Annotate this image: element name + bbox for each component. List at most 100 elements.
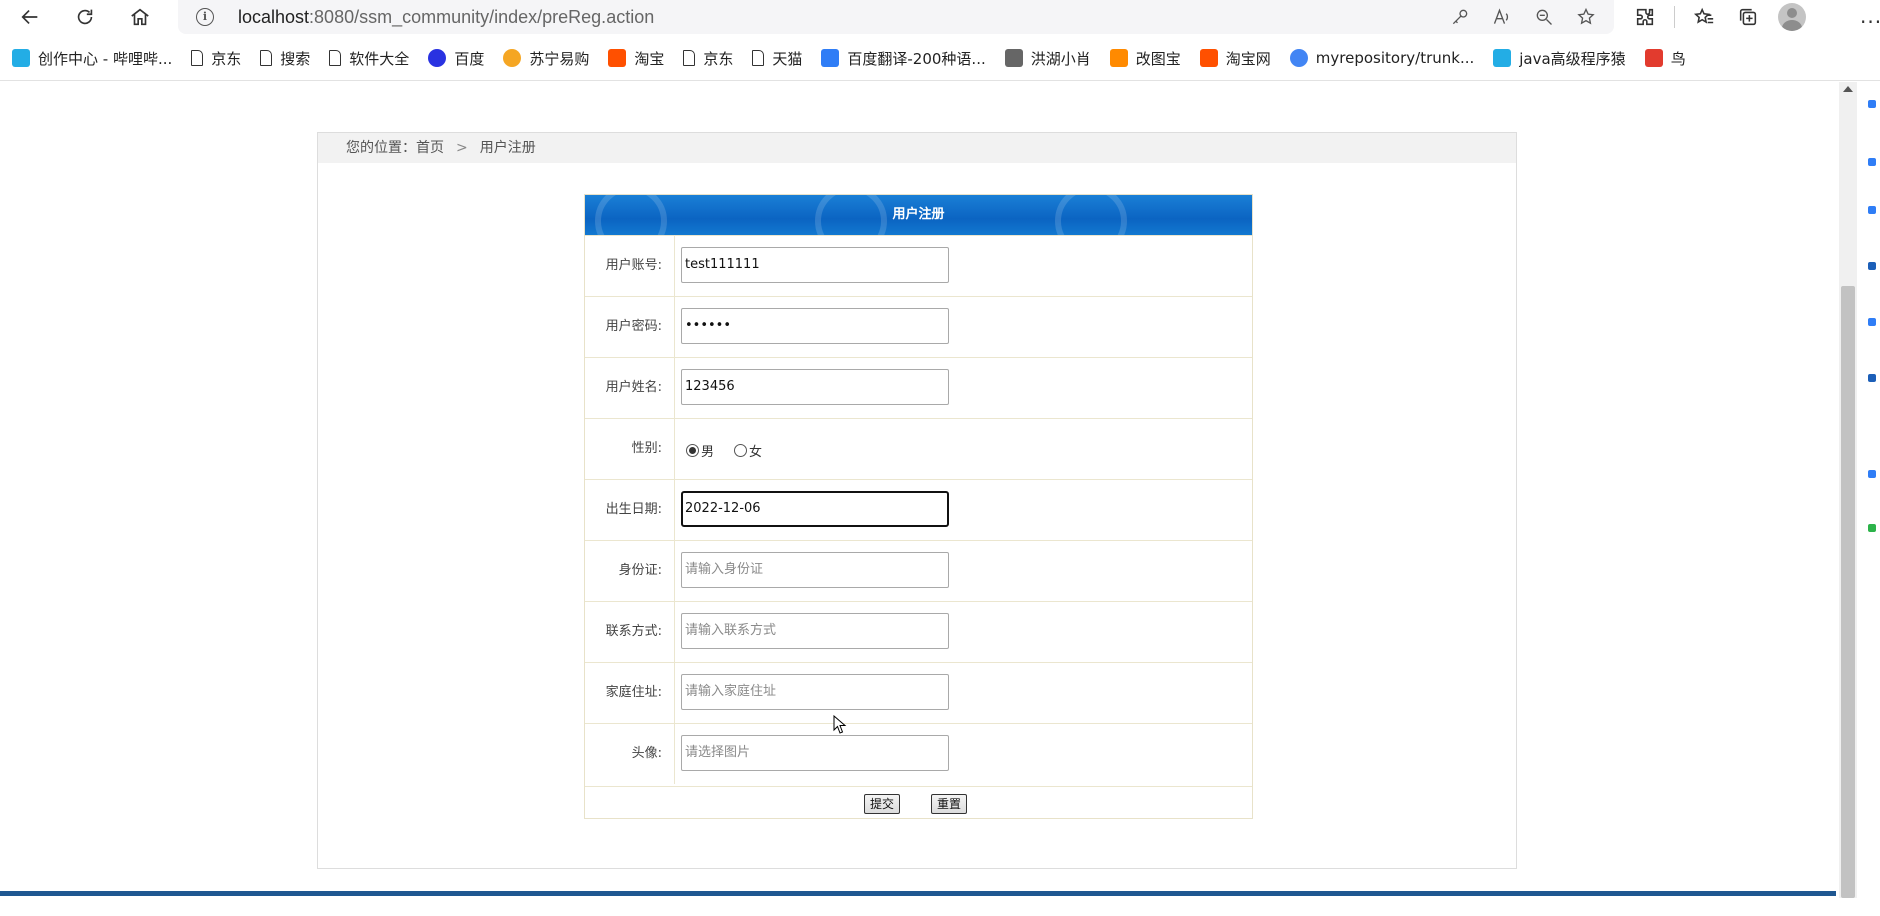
bookmark-item[interactable]: 搜索 bbox=[260, 48, 310, 69]
bookmark-label: 鸟 bbox=[1670, 49, 1686, 68]
account-label: 用户账号: bbox=[585, 236, 675, 296]
form-row-password: 用户密码: •••••• bbox=[585, 296, 1252, 357]
bookmark-item[interactable]: 百度翻译-200种语... bbox=[821, 48, 986, 69]
taobao-icon bbox=[1199, 49, 1218, 67]
breadcrumb-prefix: 您的位置： bbox=[346, 140, 416, 156]
scrollbar-thumb[interactable] bbox=[1841, 286, 1855, 898]
info-icon[interactable]: i bbox=[196, 8, 214, 26]
birthdate-input[interactable]: 2022-12-06 bbox=[681, 491, 949, 527]
idcard-input[interactable]: 请输入身份证 bbox=[681, 552, 949, 588]
bookmark-item[interactable]: myrepository/trunk... bbox=[1289, 49, 1474, 67]
collections-icon[interactable] bbox=[1733, 2, 1763, 32]
account-input[interactable]: test111111 bbox=[681, 247, 949, 283]
page-icon bbox=[329, 50, 342, 66]
bookmarks-bar: 创作中心 - 哔哩哔... 京东 搜索 软件大全 百度 苏宁易购 淘宝 京东 天猫 百度翻译-20… bbox=[0, 40, 1880, 76]
chrome-icon bbox=[1289, 49, 1308, 67]
gender-female-label[interactable]: 女 bbox=[749, 441, 762, 460]
translate-icon bbox=[821, 49, 840, 67]
key-icon[interactable] bbox=[1446, 4, 1474, 30]
bird-icon bbox=[1644, 49, 1663, 67]
bookmark-item[interactable]: 天猫 bbox=[752, 48, 802, 69]
url-text[interactable]: localhost:8080/ssm_community/index/preRe… bbox=[238, 7, 654, 28]
contact-label: 联系方式: bbox=[585, 602, 675, 662]
edge-icon[interactable] bbox=[1868, 524, 1876, 532]
form-title: 用户注册 bbox=[892, 207, 945, 222]
favorites-icon[interactable] bbox=[1689, 2, 1719, 32]
form-row-address: 家庭住址: 请输入家庭住址 bbox=[585, 662, 1252, 723]
gender-male-label[interactable]: 男 bbox=[701, 441, 714, 460]
scroll-up-arrow-icon[interactable] bbox=[1843, 86, 1853, 92]
bookmark-item[interactable]: java高级程序猿 bbox=[1493, 48, 1626, 69]
more-menu-icon[interactable]: ··· bbox=[1860, 10, 1880, 34]
bilibili-icon bbox=[12, 49, 30, 67]
extensions-icon[interactable] bbox=[1630, 2, 1660, 32]
reload-icon bbox=[77, 9, 93, 25]
bookmark-label: 京东 bbox=[703, 49, 734, 68]
password-label: 用户密码: bbox=[585, 297, 675, 357]
idcard-label: 身份证: bbox=[585, 541, 675, 601]
edge-icon[interactable] bbox=[1868, 100, 1876, 108]
password-input[interactable]: •••••• bbox=[681, 308, 949, 344]
zoom-out-icon[interactable] bbox=[1530, 4, 1558, 30]
gaitubao-icon bbox=[1109, 49, 1128, 67]
name-label: 用户姓名: bbox=[585, 358, 675, 418]
form-row-birthdate: 出生日期: 2022-12-06 bbox=[585, 479, 1252, 540]
form-row-avatar: 头像: 请选择图片 bbox=[585, 723, 1252, 784]
bookmark-label: 洪湖小肖 bbox=[1030, 49, 1091, 68]
bookmark-item[interactable]: 淘宝 bbox=[608, 48, 664, 69]
contact-input[interactable]: 请输入联系方式 bbox=[681, 613, 949, 649]
bookmark-item[interactable]: 软件大全 bbox=[329, 48, 409, 69]
name-input[interactable]: 123456 bbox=[681, 369, 949, 405]
content-frame: 您的位置： 首页 > 用户注册 用户注册 用户账号: test111111 用户… bbox=[317, 132, 1517, 869]
page-scrollbar[interactable] bbox=[1839, 82, 1857, 898]
add-favorite-icon[interactable] bbox=[1572, 4, 1600, 30]
ornament-decoration bbox=[815, 195, 887, 235]
bookmark-item[interactable]: 百度 bbox=[428, 48, 484, 69]
gender-male-radio[interactable] bbox=[686, 444, 699, 457]
bookmark-item[interactable]: 京东 bbox=[191, 48, 241, 69]
reload-button[interactable] bbox=[68, 1, 102, 33]
bookmark-label: 百度 bbox=[454, 49, 485, 68]
home-button[interactable] bbox=[123, 1, 157, 33]
address-input[interactable]: 请输入家庭住址 bbox=[681, 674, 949, 710]
bookmark-item[interactable]: 淘宝网 bbox=[1199, 48, 1271, 69]
edge-icon[interactable] bbox=[1868, 470, 1876, 478]
bookmark-label: 软件大全 bbox=[349, 49, 410, 68]
bookmark-item[interactable]: 苏宁易购 bbox=[503, 48, 589, 69]
suning-icon bbox=[503, 49, 522, 67]
address-bar[interactable]: i localhost:8080/ssm_community/index/pre… bbox=[178, 0, 1614, 34]
bilibili-icon bbox=[1493, 49, 1512, 67]
page-icon bbox=[260, 50, 273, 66]
toolbar-divider-line bbox=[0, 80, 1880, 81]
browser-toolbar: i localhost:8080/ssm_community/index/pre… bbox=[0, 0, 1880, 34]
ornament-decoration bbox=[1055, 195, 1127, 235]
edge-icon[interactable] bbox=[1868, 318, 1876, 326]
breadcrumb-home-link[interactable]: 首页 bbox=[416, 133, 444, 163]
bookmark-item[interactable]: 改图宝 bbox=[1109, 48, 1181, 69]
back-button[interactable] bbox=[13, 1, 47, 33]
edge-icon[interactable] bbox=[1868, 206, 1876, 214]
profile-avatar[interactable] bbox=[1777, 2, 1807, 32]
sidebar-edge-strip bbox=[1866, 82, 1880, 916]
avatar-file-input[interactable]: 请选择图片 bbox=[681, 735, 949, 771]
home-icon bbox=[131, 8, 149, 26]
gender-female-radio[interactable] bbox=[734, 444, 748, 457]
bookmark-label: 百度翻译-200种语... bbox=[847, 49, 986, 68]
submit-button[interactable]: 提交 bbox=[864, 794, 901, 814]
bookmark-item[interactable]: 洪湖小肖 bbox=[1004, 48, 1091, 69]
breadcrumb-current: 用户注册 bbox=[479, 140, 536, 156]
bookmark-item[interactable]: 创作中心 - 哔哩哔... bbox=[12, 48, 172, 69]
bookmark-label: java高级程序猿 bbox=[1519, 49, 1626, 68]
edge-icon[interactable] bbox=[1868, 158, 1876, 166]
form-row-account: 用户账号: test111111 bbox=[585, 235, 1252, 296]
bookmark-item[interactable]: 京东 bbox=[683, 48, 733, 69]
url-path: :8080/ssm_community/index/preReg.action bbox=[309, 7, 655, 27]
address-label: 家庭住址: bbox=[585, 663, 675, 723]
bookmark-label: 天猫 bbox=[772, 49, 803, 68]
read-aloud-icon[interactable] bbox=[1488, 4, 1516, 30]
bookmark-item[interactable]: 鸟 bbox=[1644, 48, 1686, 69]
reset-button[interactable]: 重置 bbox=[931, 794, 968, 814]
edge-icon[interactable] bbox=[1868, 262, 1876, 270]
form-row-contact: 联系方式: 请输入联系方式 bbox=[585, 601, 1252, 662]
edge-icon[interactable] bbox=[1868, 374, 1876, 382]
